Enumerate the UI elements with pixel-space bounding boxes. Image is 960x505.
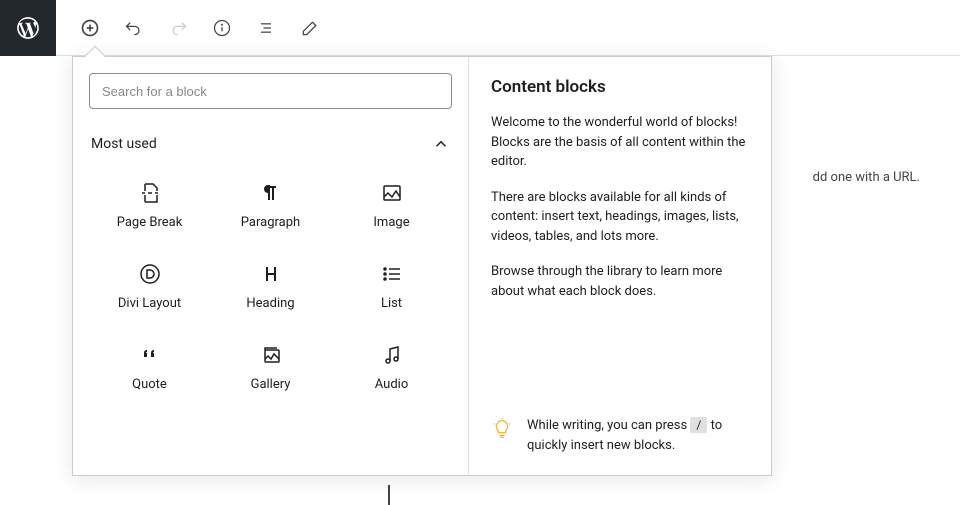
block-item-paragraph[interactable]: Paragraph [210, 163, 331, 244]
lightbulb-icon [491, 418, 513, 444]
undo-icon [124, 18, 144, 38]
block-item-quote[interactable]: Quote [89, 325, 210, 406]
tip: While writing, you can press / to quickl… [491, 396, 749, 455]
block-label: Gallery [251, 377, 291, 392]
blocks-scroll[interactable]: Most used Page Break Paragraph Image [73, 121, 468, 475]
search-input[interactable] [89, 73, 452, 109]
block-item-page-break[interactable]: Page Break [89, 163, 210, 244]
tip-key: / [690, 417, 707, 433]
info-icon [212, 18, 232, 38]
block-item-audio[interactable]: Audio [331, 325, 452, 406]
top-bar [0, 0, 960, 56]
block-item-image[interactable]: Image [331, 163, 452, 244]
block-inserter-popover: Most used Page Break Paragraph Image [72, 56, 772, 476]
block-label: Heading [246, 296, 294, 311]
undo-button[interactable] [124, 18, 144, 38]
caret-line [388, 485, 390, 505]
image-icon [380, 181, 404, 205]
block-item-heading[interactable]: Heading [210, 244, 331, 325]
category-title: Most used [91, 136, 157, 152]
wordpress-icon [15, 15, 41, 41]
block-label: Audio [375, 377, 408, 392]
paragraph-icon [259, 181, 283, 205]
inserter-left-panel: Most used Page Break Paragraph Image [73, 57, 469, 475]
search-wrap [73, 57, 468, 121]
block-item-divi-layout[interactable]: Divi Layout [89, 244, 210, 325]
block-label: Paragraph [241, 215, 300, 230]
tip-text: While writing, you can press / to quickl… [527, 416, 749, 455]
block-label: Quote [132, 377, 167, 392]
info-paragraph: Welcome to the wonderful world of blocks… [491, 113, 749, 172]
list-outline-icon [256, 18, 276, 38]
heading-icon [259, 262, 283, 286]
plus-circle-icon [80, 18, 100, 38]
add-block-button[interactable] [80, 18, 100, 38]
block-item-list[interactable]: List [331, 244, 452, 325]
divi-icon [138, 262, 162, 286]
page-break-icon [138, 181, 162, 205]
info-paragraph: Browse through the library to learn more… [491, 262, 749, 301]
inserter-info-panel: Content blocks Welcome to the wonderful … [469, 57, 771, 475]
edit-button[interactable] [300, 18, 320, 38]
background-hint: dd one with a URL. [813, 170, 920, 185]
gallery-icon [259, 343, 283, 367]
info-button[interactable] [212, 18, 232, 38]
pencil-icon [300, 18, 320, 38]
block-label: Image [373, 215, 409, 230]
outline-button[interactable] [256, 18, 276, 38]
list-icon [380, 262, 404, 286]
redo-button[interactable] [168, 18, 188, 38]
quote-icon [138, 343, 162, 367]
info-paragraph: There are blocks available for all kinds… [491, 188, 749, 247]
block-label: Divi Layout [118, 296, 181, 311]
category-header-most-used[interactable]: Most used [89, 121, 452, 163]
audio-icon [380, 343, 404, 367]
block-label: List [381, 296, 402, 311]
redo-icon [168, 18, 188, 38]
wp-logo[interactable] [0, 0, 56, 56]
info-title: Content blocks [491, 77, 749, 97]
toolbar [56, 18, 320, 38]
block-label: Page Break [117, 215, 183, 230]
block-grid: Page Break Paragraph Image Divi Layout H… [89, 163, 452, 406]
chevron-up-icon [432, 135, 450, 153]
block-item-gallery[interactable]: Gallery [210, 325, 331, 406]
